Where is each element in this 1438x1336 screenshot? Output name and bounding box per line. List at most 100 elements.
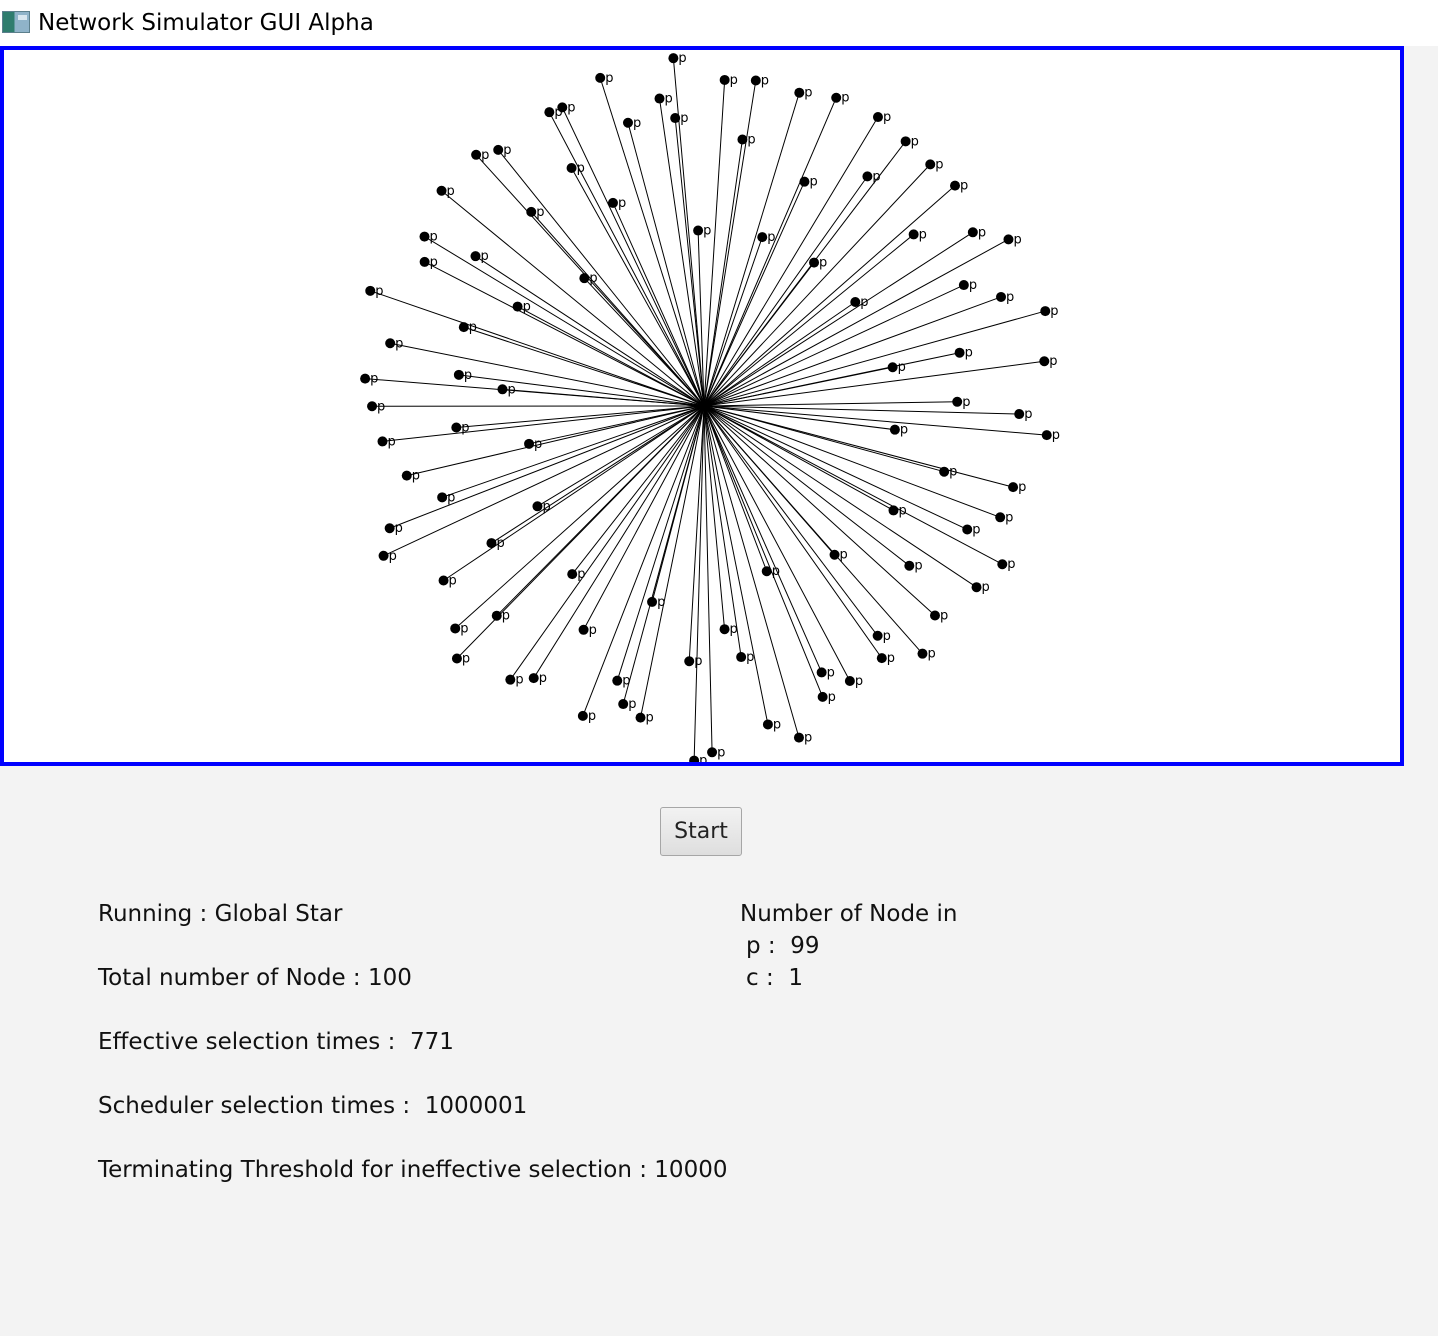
node-dot[interactable] [719,624,730,635]
node-dot[interactable] [962,524,973,535]
node-dot[interactable] [635,712,646,723]
node-dot[interactable] [996,291,1007,302]
node-dot[interactable] [526,206,537,217]
node-dot[interactable] [736,652,747,663]
node-dot[interactable] [450,623,461,634]
node-dot[interactable] [971,582,982,593]
node-dot[interactable] [904,560,915,571]
node-dot[interactable] [967,227,978,238]
node-dot[interactable] [689,755,700,762]
node-dot[interactable] [528,673,539,684]
node-dot[interactable] [384,523,395,534]
node-dot[interactable] [1039,356,1050,367]
node-dot[interactable] [532,501,543,512]
node-dot[interactable] [950,180,961,191]
node-dot[interactable] [954,347,965,358]
node-dot[interactable] [850,297,861,308]
node-dot[interactable] [925,159,936,170]
node-dot[interactable] [497,384,508,395]
node-dot[interactable] [365,285,376,296]
node-dot[interactable] [512,301,523,312]
node-dot[interactable] [367,401,378,412]
node-dot[interactable] [872,112,883,123]
node-dot[interactable] [566,163,577,174]
node-dot[interactable] [618,699,629,710]
node-dot[interactable] [829,549,840,560]
node-dot[interactable] [762,719,773,730]
node-dot[interactable] [438,575,449,586]
node-dot[interactable] [1040,306,1051,317]
node-dot[interactable] [757,232,768,243]
node-dot[interactable] [578,624,589,635]
node-dot[interactable] [451,653,462,664]
node-dot[interactable] [378,550,389,561]
node-dot[interactable] [737,134,748,145]
node-dot[interactable] [668,53,679,64]
node-dot[interactable] [524,438,535,449]
node-dot[interactable] [809,257,820,268]
node-dot[interactable] [693,225,704,236]
node-dot[interactable] [436,185,447,196]
node-dot[interactable] [419,231,430,242]
node-dot[interactable] [458,322,469,333]
node-dot[interactable] [793,732,804,743]
node-dot[interactable] [761,566,772,577]
node-dot[interactable] [360,373,371,384]
node-dot[interactable] [997,559,1008,570]
network-canvas[interactable]: pppppppppppppppppppppppppppppppppppppppp… [0,46,1404,766]
node-dot[interactable] [647,596,658,607]
node-dot[interactable] [958,280,969,291]
node-dot[interactable] [917,648,928,659]
node-dot[interactable] [794,87,805,98]
node-dot[interactable] [799,176,810,187]
node-dot[interactable] [607,197,618,208]
node-dot[interactable] [684,656,695,667]
node-dot[interactable] [939,466,950,477]
node-dot[interactable] [817,691,828,702]
node-dot[interactable] [577,710,588,721]
node-dot[interactable] [437,492,448,503]
start-button[interactable]: Start [660,807,742,856]
node-dot[interactable] [544,107,555,118]
node-dot[interactable] [900,136,911,147]
node-dot[interactable] [995,512,1006,523]
node-dot[interactable] [453,369,464,380]
node-dot[interactable] [654,93,665,104]
node-dot[interactable] [401,470,412,481]
node-dot[interactable] [612,675,623,686]
node-dot[interactable] [505,674,516,685]
node-dot[interactable] [876,653,887,664]
node-dot[interactable] [844,676,855,687]
node-dot[interactable] [719,74,730,85]
node-dot[interactable] [491,610,502,621]
node-dot[interactable] [1008,482,1019,493]
node-dot[interactable] [385,338,396,349]
node-dot[interactable] [750,75,761,86]
node-dot[interactable] [1014,409,1025,420]
node-dot[interactable] [471,149,482,160]
node-dot[interactable] [486,538,497,549]
node-dot[interactable] [707,747,718,758]
node-dot[interactable] [493,144,504,155]
node-dot[interactable] [419,256,430,267]
node-dot[interactable] [1003,234,1014,245]
node-dot[interactable] [887,362,898,373]
node-dot[interactable] [579,273,590,284]
hub-node[interactable] [699,401,709,411]
node-dot[interactable] [595,72,606,83]
node-dot[interactable] [567,569,578,580]
node-dot[interactable] [451,422,462,433]
node-dot[interactable] [888,505,899,516]
node-dot[interactable] [557,102,568,113]
node-dot[interactable] [377,436,388,447]
node-dot[interactable] [889,424,900,435]
node-dot[interactable] [929,610,940,621]
node-dot[interactable] [952,396,963,407]
node-dot[interactable] [622,117,633,128]
node-dot[interactable] [831,92,842,103]
node-dot[interactable] [908,229,919,240]
node-dot[interactable] [816,667,827,678]
node-dot[interactable] [670,113,681,124]
node-dot[interactable] [470,251,481,262]
node-dot[interactable] [1041,430,1052,441]
